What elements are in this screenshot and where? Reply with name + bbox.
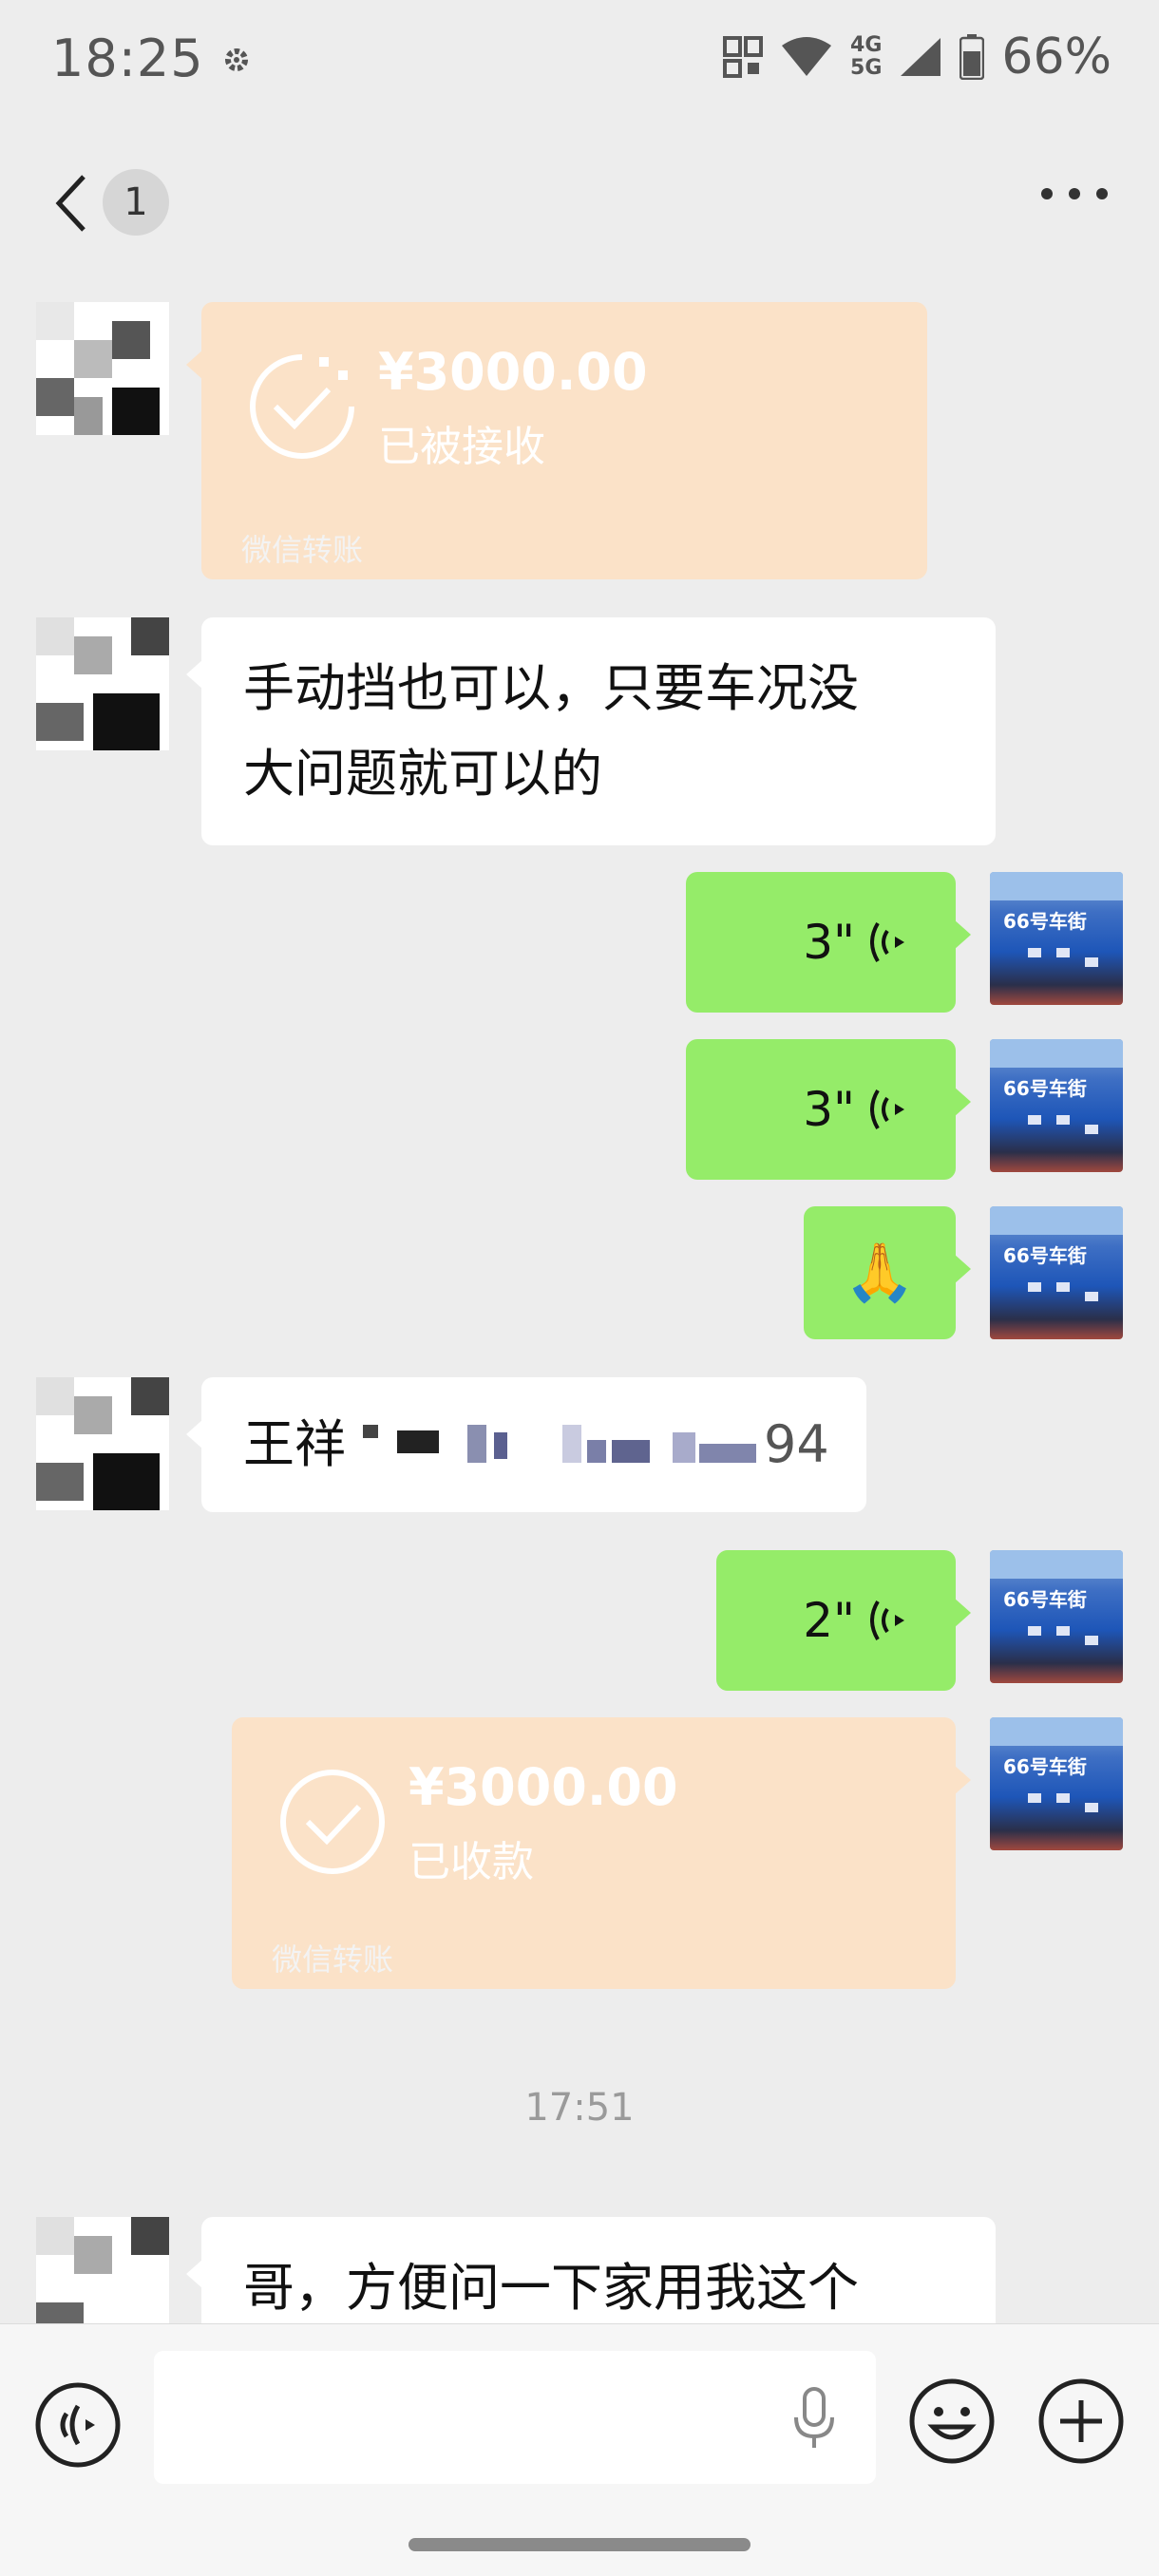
gear-icon (225, 48, 248, 71)
message-bubble-text[interactable]: 手动挡也可以，只要车况没 大问题就可以的 (186, 617, 996, 845)
voice-duration: 3" (803, 1082, 855, 1137)
message-input[interactable] (154, 2351, 876, 2484)
voice-wave-icon (870, 1089, 904, 1130)
status-right: 4G 5G 66% (723, 28, 1112, 85)
my-avatar[interactable]: 66号车街 (990, 1717, 1123, 1850)
my-avatar[interactable]: 66号车街 (990, 1206, 1123, 1339)
emoji-icon[interactable] (906, 2376, 998, 2467)
message-bubble-text[interactable]: 王祥 94 (186, 1377, 866, 1512)
transfer-card-received[interactable]: ¥3000.00 已被接收 微信转账 (186, 302, 927, 579)
signal-icon (901, 38, 941, 76)
voice-wave-icon (870, 1600, 904, 1641)
status-bar: 18:25 4G 5G 66% (0, 0, 1159, 123)
transfer-status: 已被接收 (378, 423, 545, 471)
chat-timestamp: 17:51 (524, 2086, 635, 2130)
transfer-footer: 微信转账 (272, 1941, 394, 1978)
contact-avatar[interactable] (36, 617, 169, 750)
battery-percent: 66% (1001, 28, 1112, 85)
chat-screen: 18:25 4G 5G 66% 1 ¥3000.00 已被接收 微信转账 手动挡… (0, 0, 1159, 2576)
emoji-message[interactable]: 🙏 (804, 1206, 971, 1339)
contact-avatar[interactable] (36, 1377, 169, 1510)
nfc-icon (723, 36, 764, 78)
wifi-icon (782, 37, 832, 76)
battery-icon (960, 34, 985, 80)
plus-icon[interactable] (1036, 2376, 1127, 2467)
message-line: 哥，方便问一下家用我这个 (243, 2258, 859, 2318)
voice-message[interactable]: 3" (686, 872, 971, 1013)
voice-wave-icon (870, 921, 904, 963)
voice-message[interactable]: 3" (686, 1039, 971, 1180)
voice-duration: 2" (803, 1593, 855, 1648)
home-indicator[interactable] (408, 2538, 750, 2551)
emoji-glyph: 🙏 (844, 1240, 916, 1306)
message-text-end: 94 (764, 1414, 829, 1474)
message-line: 手动挡也可以，只要车况没 (243, 658, 859, 718)
voice-message[interactable]: 2" (716, 1550, 971, 1691)
transfer-check-icon (280, 1770, 385, 1874)
my-avatar[interactable]: 66号车街 (990, 1039, 1123, 1172)
unread-badge: 1 (103, 169, 169, 236)
transfer-amount: ¥3000.00 (378, 342, 648, 402)
redacted-number (363, 1425, 971, 1463)
transfer-card-collected[interactable]: ¥3000.00 已收款 微信转账 (232, 1717, 971, 1989)
message-line: 大问题就可以的 (243, 744, 602, 804)
transfer-status: 已收款 (408, 1838, 534, 1886)
message-text-start: 王祥 (243, 1414, 346, 1474)
status-time: 18:25 (51, 28, 204, 88)
contact-avatar[interactable] (36, 302, 169, 435)
my-avatar[interactable]: 66号车街 (990, 872, 1123, 1005)
transfer-amount: ¥3000.00 (408, 1757, 678, 1817)
my-avatar[interactable]: 66号车街 (990, 1550, 1123, 1683)
transfer-accepted-icon (250, 354, 354, 459)
transfer-footer: 微信转账 (241, 532, 364, 568)
mic-icon[interactable] (790, 2385, 838, 2452)
back-icon[interactable] (48, 165, 95, 241)
network-type: 4G 5G (850, 33, 883, 80)
voice-duration: 3" (803, 915, 855, 970)
voice-toggle-icon[interactable] (32, 2379, 124, 2471)
chat-header: 1 (0, 142, 1159, 266)
more-icon[interactable] (1041, 184, 1108, 203)
